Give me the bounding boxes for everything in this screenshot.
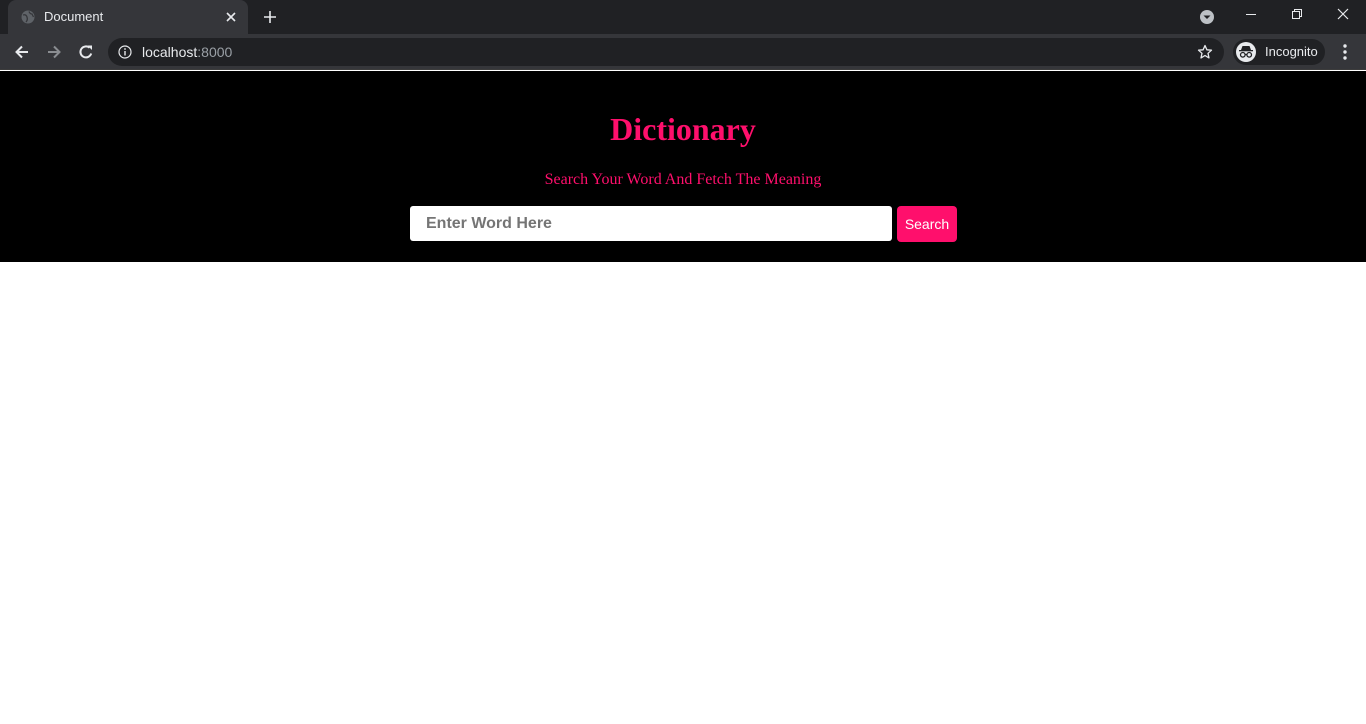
globe-icon bbox=[21, 10, 35, 24]
new-tab-icon[interactable] bbox=[261, 8, 279, 26]
back-button[interactable] bbox=[10, 40, 34, 64]
url-text: localhost:8000 bbox=[142, 44, 232, 60]
minimize-icon bbox=[1246, 14, 1256, 15]
browser-tab[interactable]: Document bbox=[8, 0, 248, 34]
close-icon[interactable] bbox=[223, 9, 239, 25]
arrow-left-icon bbox=[15, 45, 28, 59]
tab-search-icon[interactable] bbox=[1199, 9, 1215, 25]
browser-toolbar: localhost:8000 Incognito bbox=[0, 34, 1366, 70]
tab-title: Document bbox=[44, 9, 104, 24]
more-menu-icon[interactable] bbox=[1336, 42, 1354, 62]
restore-button[interactable] bbox=[1274, 0, 1320, 30]
window-close-button[interactable] bbox=[1320, 0, 1366, 30]
minimize-button[interactable] bbox=[1228, 0, 1274, 30]
window-close-icon bbox=[1337, 8, 1349, 20]
address-bar[interactable]: localhost:8000 bbox=[108, 38, 1224, 66]
browser-tab-strip: Document bbox=[0, 0, 1366, 34]
bookmark-star-icon[interactable] bbox=[1197, 44, 1213, 60]
info-icon[interactable] bbox=[118, 45, 132, 59]
page-title: Dictionary bbox=[610, 111, 756, 147]
reload-icon bbox=[79, 45, 93, 59]
arrow-right-icon bbox=[48, 45, 61, 59]
forward-button[interactable] bbox=[42, 40, 66, 64]
url-host: localhost bbox=[142, 44, 198, 60]
search-button[interactable]: Search bbox=[897, 206, 957, 242]
word-search-input[interactable] bbox=[410, 206, 892, 241]
incognito-icon bbox=[1236, 42, 1256, 62]
url-port: :8000 bbox=[197, 44, 233, 60]
page-subtitle: Search Your Word And Fetch The Meaning bbox=[544, 171, 822, 188]
reload-button[interactable] bbox=[74, 40, 98, 64]
incognito-profile-button[interactable]: Incognito bbox=[1233, 39, 1325, 65]
incognito-label: Incognito bbox=[1265, 44, 1318, 59]
dictionary-header: Dictionary Search Your Word And Fetch Th… bbox=[0, 71, 1366, 262]
restore-icon bbox=[1292, 9, 1302, 19]
